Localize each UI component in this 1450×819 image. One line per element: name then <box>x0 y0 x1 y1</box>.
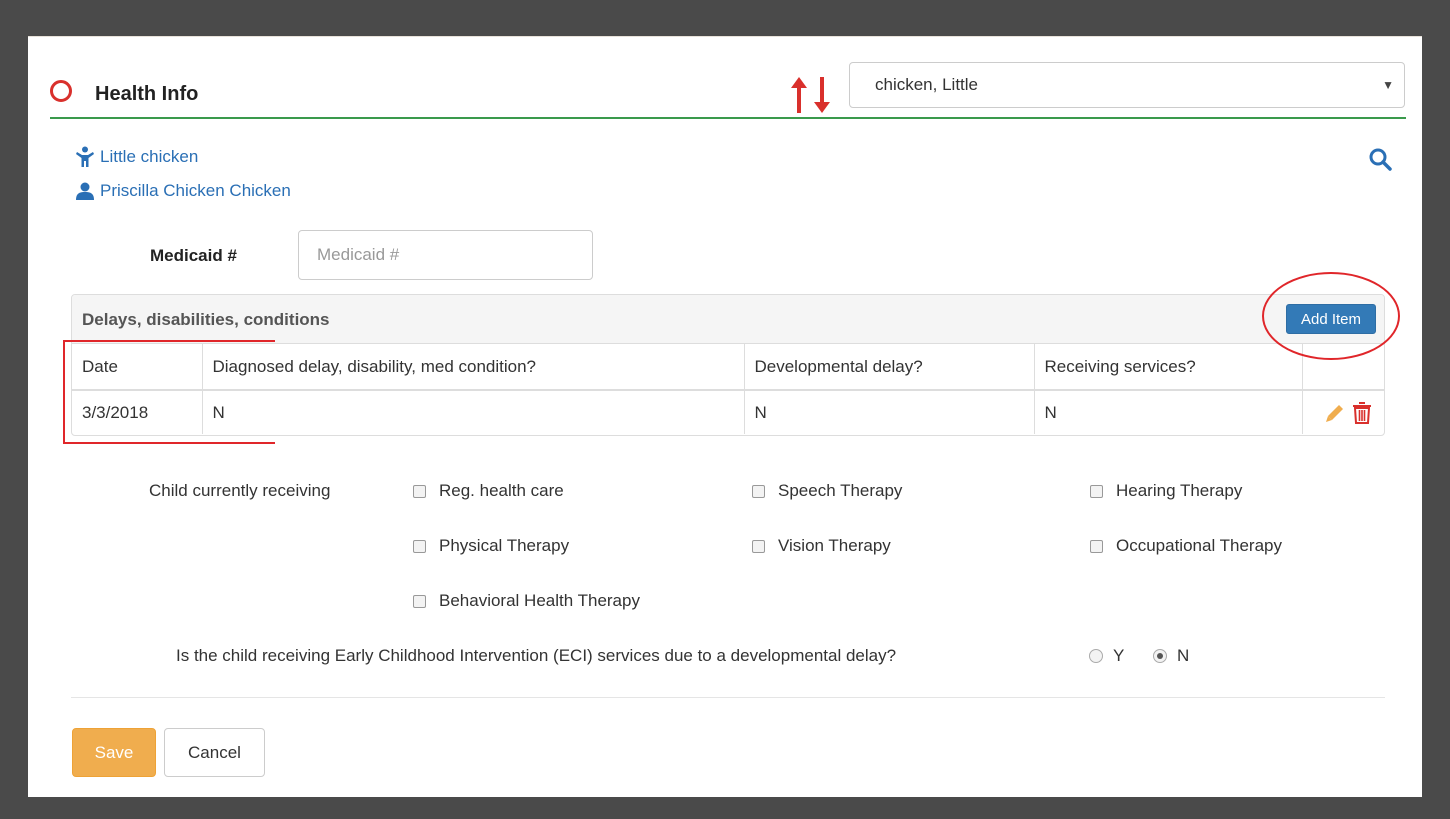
chevron-down-icon: ▼ <box>1382 78 1394 92</box>
checkbox-label: Behavioral Health Therapy <box>439 591 640 610</box>
child-link[interactable]: Little chicken <box>76 146 198 168</box>
column-header-actions <box>1302 344 1384 391</box>
radio-label: Y <box>1113 646 1125 665</box>
services-label: Child currently receiving <box>149 481 331 500</box>
column-header-diagnosed: Diagnosed delay, disability, med conditi… <box>202 344 745 391</box>
conditions-panel: Delays, disabilities, conditions Add Ite… <box>71 294 1385 436</box>
parent-name: Priscilla Chicken Chicken <box>100 181 291 200</box>
checkbox-box[interactable] <box>1090 484 1103 498</box>
checkbox-vision-therapy[interactable]: Vision Therapy <box>752 536 891 556</box>
cell-diagnosed: N <box>202 390 745 434</box>
conditions-panel-title: Delays, disabilities, conditions <box>82 310 330 329</box>
checkbox-box[interactable] <box>752 539 765 553</box>
add-item-button[interactable]: Add Item <box>1286 304 1376 334</box>
medicaid-label: Medicaid # <box>150 246 237 265</box>
parent-link[interactable]: Priscilla Chicken Chicken <box>76 181 291 201</box>
checkbox-label: Occupational Therapy <box>1116 536 1283 555</box>
health-info-form: Health Info chicken, Little ▼ Little chi… <box>28 36 1422 797</box>
radio-label: N <box>1177 646 1190 665</box>
checkbox-reg-health-care[interactable]: Reg. health care <box>413 481 564 501</box>
cell-developmental: N <box>744 390 1035 434</box>
cell-actions <box>1302 390 1384 434</box>
cell-receiving: N <box>1034 390 1303 434</box>
checkbox-label: Vision Therapy <box>778 536 891 555</box>
cancel-button[interactable]: Cancel <box>164 728 265 777</box>
checkbox-box[interactable] <box>413 484 426 498</box>
eci-question: Is the child receiving Early Childhood I… <box>176 646 897 665</box>
save-button[interactable]: Save <box>72 728 156 777</box>
child-name: Little chicken <box>100 147 199 166</box>
radio-dot[interactable] <box>1089 649 1103 663</box>
cell-date: 3/3/2018 <box>72 390 203 434</box>
checkbox-hearing-therapy[interactable]: Hearing Therapy <box>1090 481 1242 501</box>
checkbox-occupational-therapy[interactable]: Occupational Therapy <box>1090 536 1282 556</box>
checkbox-box[interactable] <box>413 539 426 553</box>
top-divider <box>28 36 1422 37</box>
table-header-row: Date Diagnosed delay, disability, med co… <box>72 344 1384 391</box>
column-header-date: Date <box>72 344 203 391</box>
trash-icon[interactable] <box>1352 401 1371 424</box>
checkbox-behavioral-health-therapy[interactable]: Behavioral Health Therapy <box>413 591 640 611</box>
radio-eci-no[interactable]: N <box>1153 646 1189 666</box>
checkbox-label: Physical Therapy <box>439 536 570 555</box>
child-icon <box>76 146 94 167</box>
medicaid-input[interactable] <box>298 230 593 280</box>
footer-divider <box>71 697 1385 698</box>
child-select[interactable]: chicken, Little ▼ <box>849 62 1405 108</box>
circle-outline-icon <box>50 80 72 102</box>
header-divider <box>50 117 1406 119</box>
radio-eci-yes[interactable]: Y <box>1089 646 1124 666</box>
checkbox-label: Reg. health care <box>439 481 564 500</box>
radio-dot-selected[interactable] <box>1153 649 1167 663</box>
checkbox-label: Speech Therapy <box>778 481 903 500</box>
user-icon <box>76 182 94 200</box>
checkbox-box[interactable] <box>752 484 765 498</box>
checkbox-speech-therapy[interactable]: Speech Therapy <box>752 481 902 501</box>
pencil-icon[interactable] <box>1325 403 1345 423</box>
conditions-panel-header: Delays, disabilities, conditions Add Ite… <box>72 295 1384 344</box>
checkbox-label: Hearing Therapy <box>1116 481 1243 500</box>
page-title: Health Info <box>95 83 199 105</box>
column-header-developmental: Developmental delay? <box>744 344 1035 391</box>
column-header-receiving: Receiving services? <box>1034 344 1303 391</box>
sort-up-down-arrows-icon[interactable] <box>788 76 838 114</box>
search-icon[interactable] <box>1368 147 1392 171</box>
checkbox-box[interactable] <box>413 594 426 608</box>
checkbox-box[interactable] <box>1090 539 1103 553</box>
conditions-table: Date Diagnosed delay, disability, med co… <box>72 344 1384 434</box>
table-row: 3/3/2018 N N N <box>72 390 1384 434</box>
checkbox-physical-therapy[interactable]: Physical Therapy <box>413 536 569 556</box>
child-select-value: chicken, Little <box>875 75 978 94</box>
